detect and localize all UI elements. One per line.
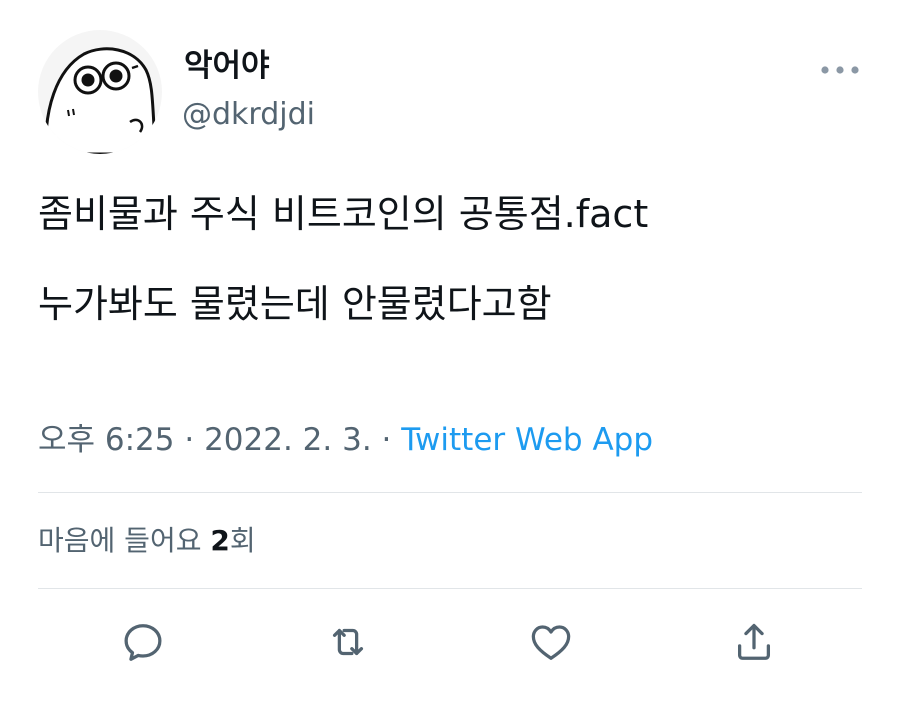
tweet-source-link[interactable]: Twitter Web App (401, 422, 653, 458)
user-handle[interactable]: @dkrdjdi (182, 95, 315, 135)
retweet-icon (332, 628, 364, 656)
cartoon-avatar-icon (44, 47, 158, 154)
tweet-line: 좀비물과 주식 비트코인의 공통점.fact (38, 192, 649, 236)
tweet-date[interactable]: 2022. 2. 3. (204, 422, 372, 458)
likes-count: 2 (210, 524, 230, 557)
reply-button[interactable] (113, 612, 173, 672)
divider (38, 492, 862, 493)
more-options-button[interactable] (812, 56, 868, 84)
likes-label: 마음에 들어요 (38, 524, 211, 557)
tweet-action-bar (0, 612, 900, 672)
reply-icon (124, 624, 162, 661)
display-name[interactable]: 악어야 (184, 46, 270, 86)
tweet-line: 누가봐도 물렸는데 안물렸다고함 (38, 282, 552, 326)
divider (38, 588, 862, 589)
retweet-button[interactable] (318, 612, 378, 672)
like-button[interactable] (521, 612, 581, 672)
avatar[interactable] (38, 30, 162, 154)
tweet-metadata: 오후 6:25 · 2022. 2. 3. · Twitter Web App (38, 418, 653, 462)
tweet-text: 좀비물과 주식 비트코인의 공통점.fact 누가봐도 물렸는데 안물렸다고함 (38, 190, 868, 370)
like-icon (531, 625, 571, 660)
tweet-time[interactable]: 오후 6:25 (38, 422, 175, 458)
separator-dot: · (174, 422, 205, 458)
share-icon (737, 623, 771, 660)
share-button[interactable] (724, 612, 784, 672)
more-dots-icon (821, 66, 859, 74)
likes-stat[interactable]: 마음에 들어요 2회 (38, 521, 256, 561)
separator-dot: · (371, 422, 402, 458)
likes-suffix: 회 (229, 524, 256, 557)
